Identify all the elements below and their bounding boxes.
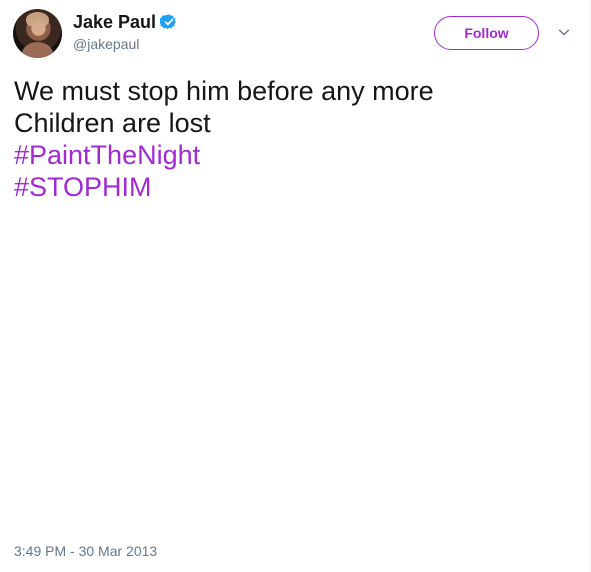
- verified-badge-icon: [160, 13, 176, 29]
- tweet-text: We must stop him before any more Childre…: [14, 75, 574, 203]
- author-name[interactable]: Jake Paul: [73, 11, 156, 33]
- chevron-down-icon[interactable]: [557, 25, 571, 39]
- author-info[interactable]: Jake Paul @jakepaul: [73, 10, 178, 53]
- tweet-header: Jake Paul @jakepaul Follow: [13, 9, 577, 61]
- author-handle[interactable]: @jakepaul: [73, 35, 178, 53]
- tweet-timestamp[interactable]: 3:49 PM - 30 Mar 2013: [14, 542, 157, 560]
- avatar[interactable]: [13, 9, 62, 58]
- tweet-card: Jake Paul @jakepaul Follow We must stop …: [0, 0, 591, 572]
- hashtag-link[interactable]: #STOPHIM: [14, 171, 574, 203]
- tweet-text-line: Children are lost: [14, 108, 211, 138]
- follow-button[interactable]: Follow: [434, 16, 539, 50]
- author-name-row: Jake Paul: [73, 10, 178, 33]
- tweet-text-line: We must stop him before any more: [14, 76, 434, 106]
- hashtag-link[interactable]: #PaintTheNight: [14, 139, 574, 171]
